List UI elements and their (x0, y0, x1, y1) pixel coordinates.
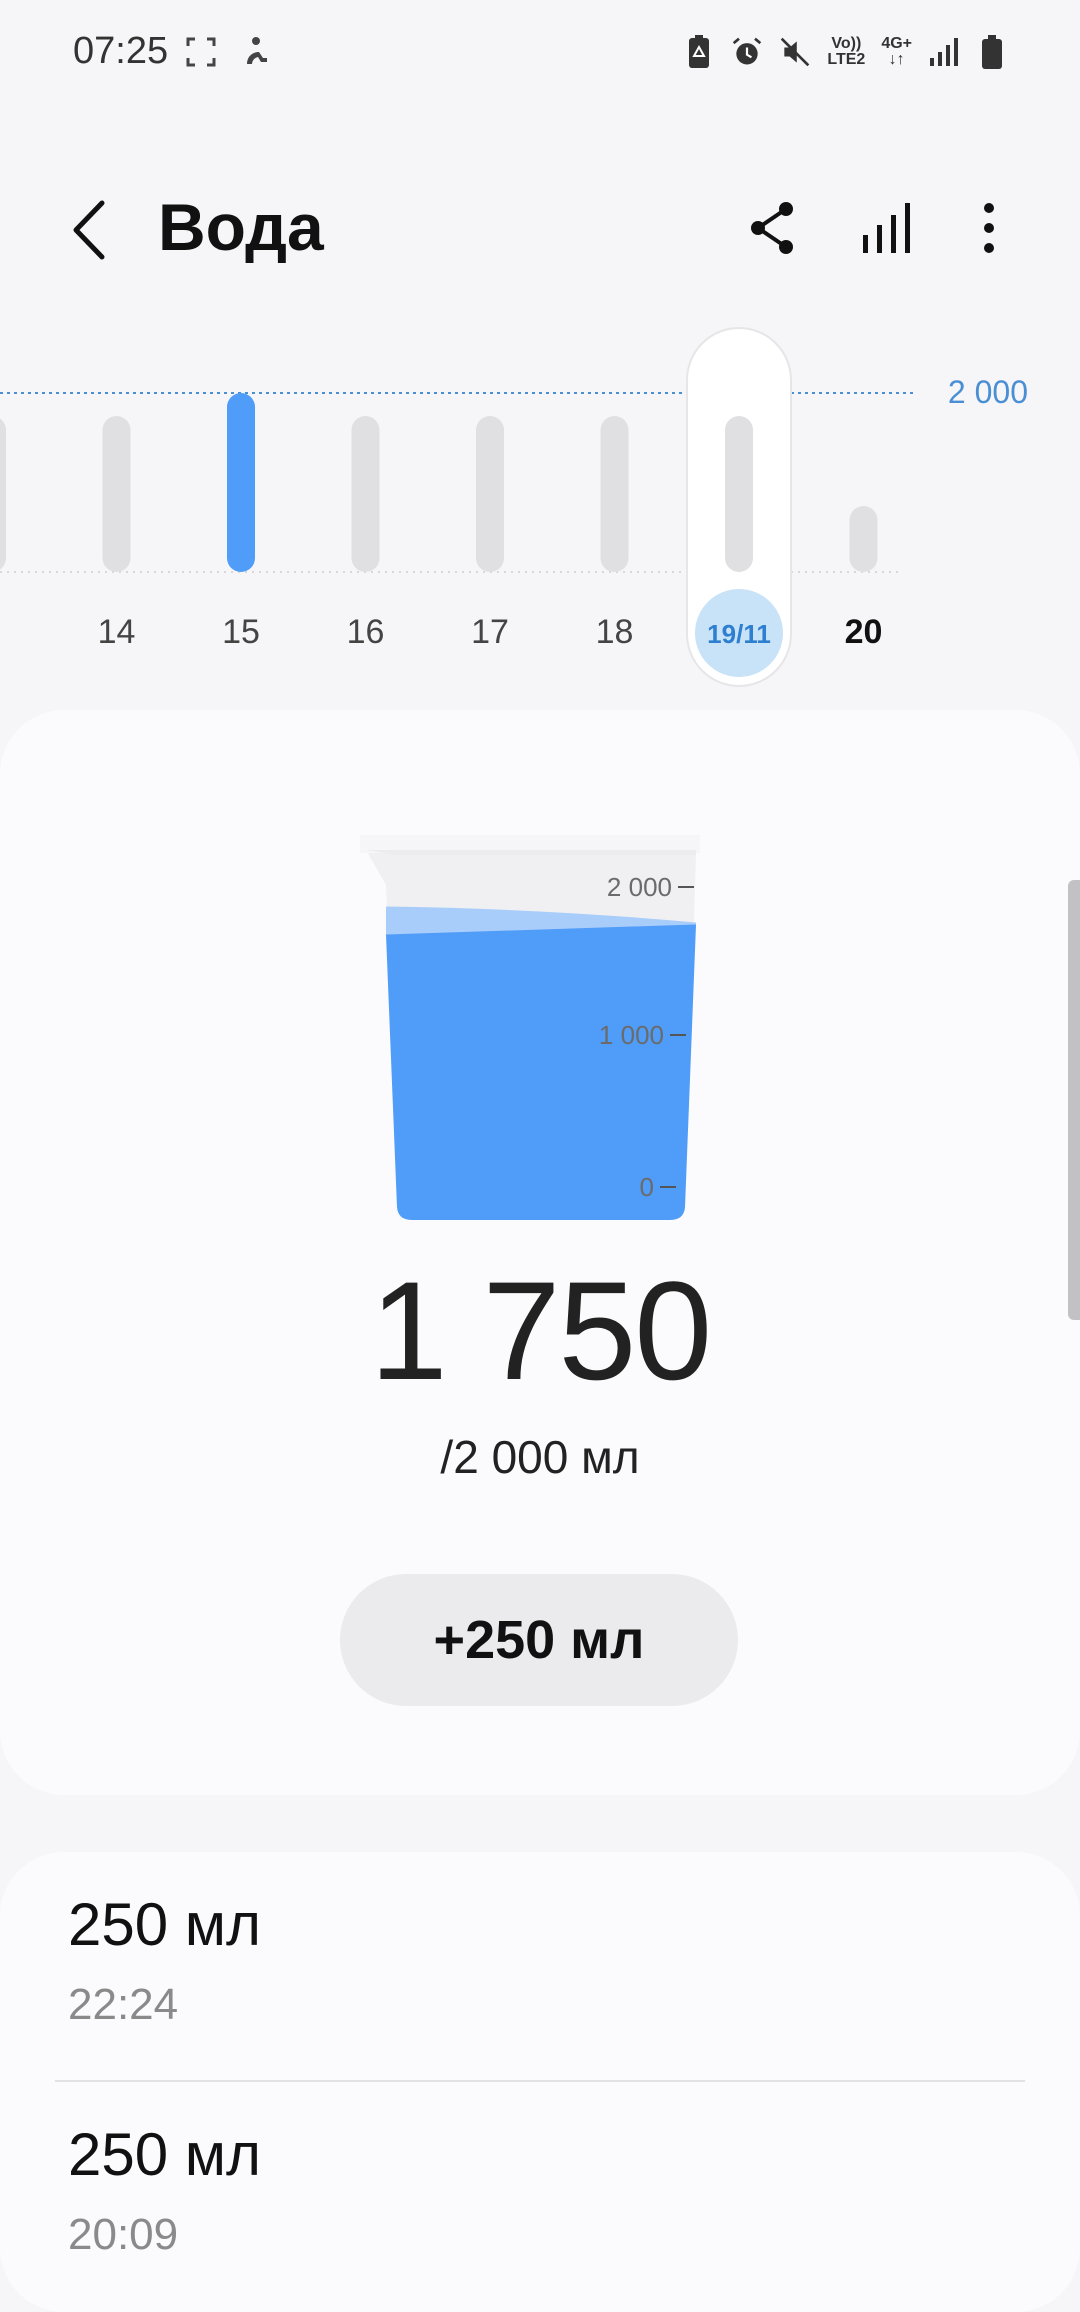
bar-19-11[interactable] (725, 416, 753, 572)
day-label-15[interactable]: 15 (222, 613, 260, 651)
bar-14[interactable] (102, 416, 131, 572)
share-icon[interactable] (742, 197, 804, 259)
status-right-icons: Vo)) LTE2 4G+ ↓↑ (683, 34, 1008, 70)
page-title: Вода (158, 190, 324, 264)
bar-3[interactable] (0, 416, 6, 572)
cup-rim (366, 850, 696, 855)
signal-icon (930, 38, 958, 66)
network-label: 4G+ (881, 35, 912, 52)
cup-tick-label: 1 000 (599, 1020, 664, 1050)
bar-15[interactable] (227, 393, 255, 572)
day-label-17[interactable]: 17 (471, 613, 509, 651)
list-item[interactable]: 250 мл 20:09 (0, 2082, 1080, 2310)
entry-time: 20:09 (68, 2210, 179, 2259)
status-bar: 07:25 Vo)) LTE2 4G+ ↓↑ (0, 0, 1080, 110)
intake-amount: 1 750 (369, 1252, 712, 1409)
bar-16[interactable] (351, 416, 380, 572)
day-label-14[interactable]: 14 (98, 613, 136, 651)
day-label-18[interactable]: 18 (596, 613, 634, 651)
data-arrows-icon: ↓↑ (888, 51, 905, 68)
water-cup: 2 000 1 000 0 (360, 835, 700, 1220)
goal-label: 2 000 (948, 374, 1028, 410)
scrollbar[interactable] (1068, 880, 1080, 1320)
more-options-icon[interactable] (958, 197, 1020, 259)
day-label-20[interactable]: 20 (845, 613, 883, 651)
bar-17[interactable] (476, 416, 504, 572)
entries-list: 250 мл 22:24 250 мл 20:09 (0, 1852, 1080, 2312)
trends-icon[interactable] (857, 197, 919, 259)
intake-goal: /2 000 мл (440, 1431, 640, 1483)
day-label-19-11[interactable]: 19/11 (707, 619, 771, 649)
day-label-16[interactable]: 16 (347, 613, 385, 651)
add-water-button[interactable]: +250 мл (340, 1574, 738, 1706)
status-left-icons (185, 34, 271, 70)
list-item[interactable]: 250 мл 22:24 (0, 1852, 1080, 2080)
back-icon[interactable] (62, 195, 122, 265)
entry-amount: 250 мл (68, 1891, 262, 1958)
screenshot-icon (186, 37, 216, 67)
accessibility-icon (247, 37, 267, 64)
alarm-icon (733, 37, 762, 65)
lte-label: LTE2 (827, 51, 866, 68)
battery-icon (982, 35, 1002, 69)
day-label-3[interactable]: 3 (0, 613, 1, 651)
volte-indicator: Vo)) LTE2 (827, 36, 865, 68)
daily-intake-chart[interactable]: 2 000 3 14 15 16 17 18 19/11 20 (0, 310, 1080, 710)
volte-label: Vo)) (831, 35, 862, 52)
battery-saver-icon (689, 35, 710, 68)
bar-18[interactable] (600, 416, 629, 572)
cup-tick-label: 0 (640, 1172, 654, 1202)
entry-amount: 250 мл (68, 2121, 262, 2188)
bar-20[interactable] (849, 506, 878, 572)
cup-tick-label: 2 000 (607, 872, 672, 902)
network-indicator: 4G+ ↓↑ (881, 36, 912, 68)
mute-icon (781, 37, 810, 67)
app-bar: Вода (0, 175, 1080, 285)
intake-card: 2 000 1 000 0 1 750 /2 000 мл +250 мл (0, 710, 1080, 1795)
entry-time: 22:24 (68, 1980, 179, 2029)
status-time: 07:25 (73, 30, 169, 72)
